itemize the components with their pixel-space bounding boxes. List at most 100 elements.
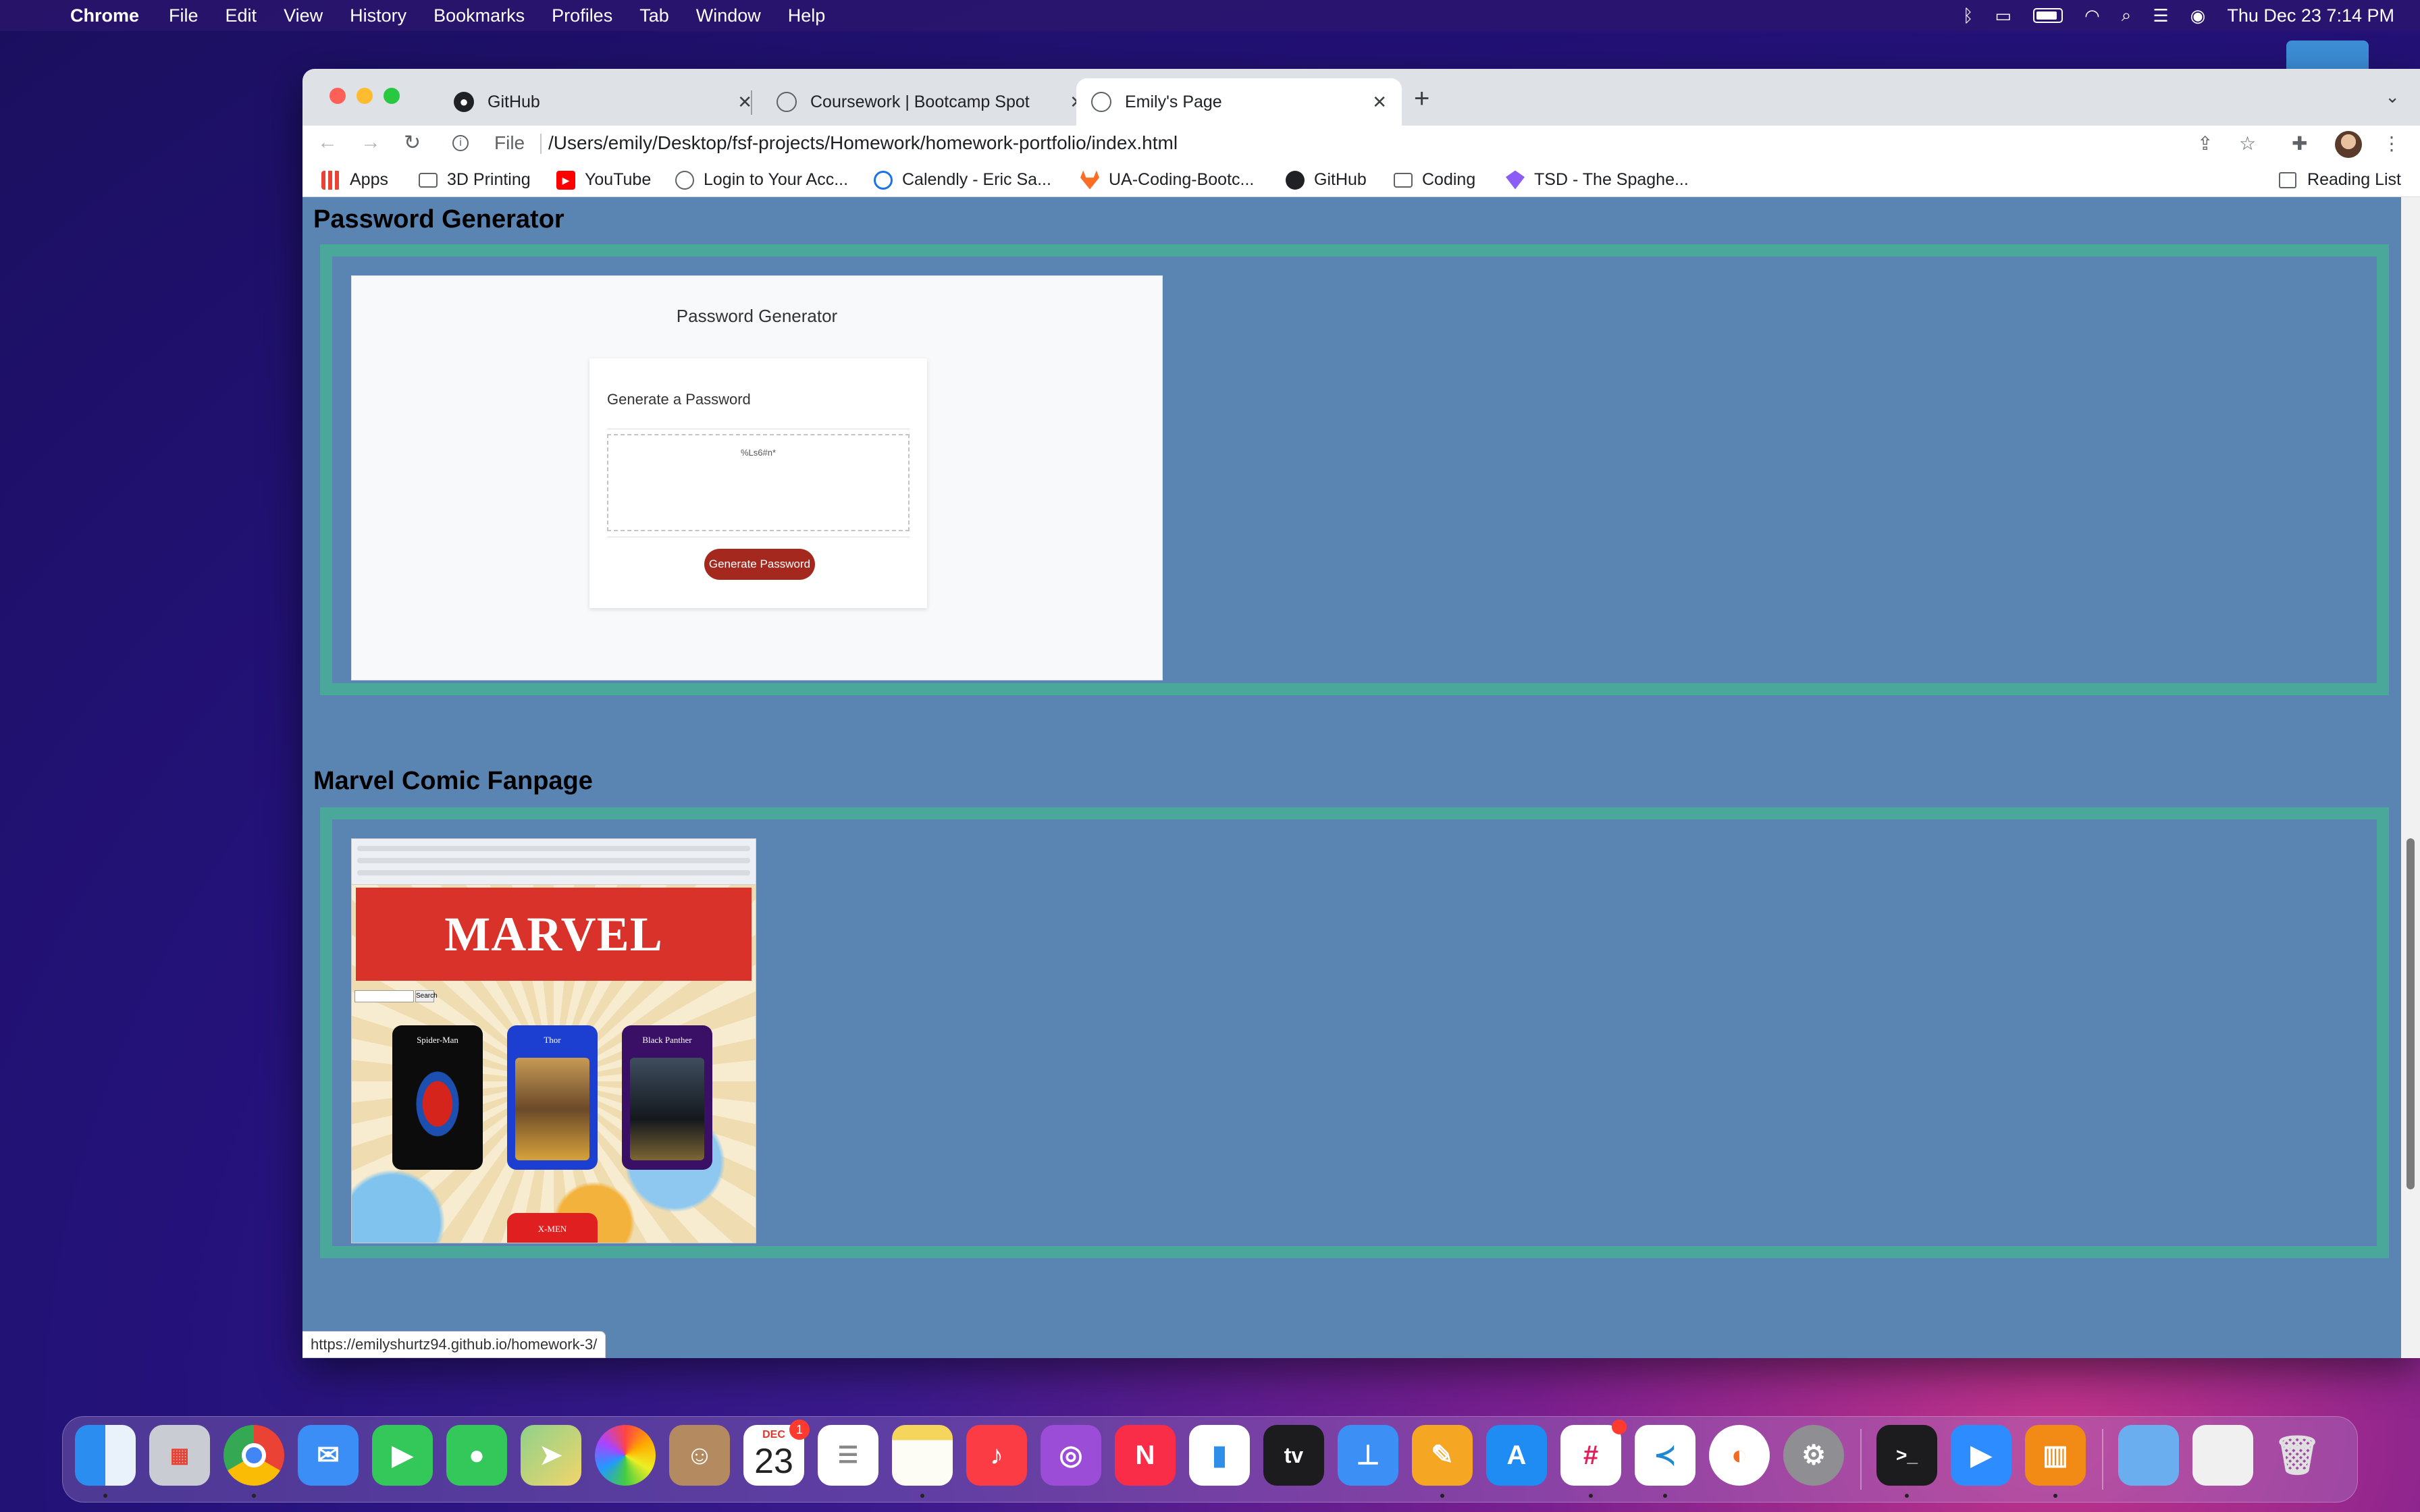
minimize-window-button[interactable] (357, 88, 373, 104)
contacts-icon[interactable]: ☺ (669, 1425, 730, 1486)
dock-separator (1860, 1429, 1862, 1490)
pages-icon[interactable]: ✎ (1412, 1425, 1473, 1498)
globe-icon (1091, 92, 1111, 112)
close-window-button[interactable] (330, 88, 346, 104)
more-menu-icon[interactable]: ⋮ (2382, 132, 2401, 155)
page-scrollbar-thumb[interactable] (2406, 838, 2415, 1189)
notes-icon[interactable] (892, 1425, 953, 1498)
spotlight-search-icon[interactable]: ⌕ (2122, 5, 2132, 26)
menu-file[interactable]: File (169, 5, 199, 26)
tab-close-icon[interactable]: ✕ (737, 92, 752, 113)
bookmark-apps[interactable]: Apps (321, 170, 388, 190)
system-preferences-icon[interactable]: ⚙ (1783, 1425, 1844, 1486)
news-icon[interactable]: N (1115, 1425, 1176, 1486)
address-bar[interactable]: /Users/emily/Desktop/fsf-projects/Homewo… (548, 132, 1178, 154)
globe-icon (675, 170, 694, 190)
terminal-icon[interactable]: >_ (1876, 1425, 1937, 1498)
bookmark-label: UA-Coding-Bootc... (1109, 170, 1255, 189)
password-generator-screenshot[interactable]: Password Generator Generate a Password %… (351, 275, 1163, 680)
menu-history[interactable]: History (350, 5, 406, 26)
mail-icon[interactable]: ✉ (298, 1425, 359, 1486)
bookmark-coding[interactable]: Coding (1394, 170, 1475, 190)
tab-emilys-page[interactable]: Emily's Page ✕ (1076, 78, 1402, 126)
siri-icon[interactable]: ◉ (2190, 5, 2206, 26)
keynote-icon[interactable]: ⊥ (1338, 1425, 1398, 1486)
facetime-icon[interactable]: ▶ (372, 1425, 433, 1486)
wifi-icon[interactable]: ◠ (2084, 5, 2100, 26)
zoom-icon[interactable]: ▶ (1951, 1425, 2011, 1486)
reading-list-button[interactable]: Reading List (2279, 170, 2401, 190)
downloads-folder-icon[interactable] (2118, 1425, 2179, 1486)
photos-icon[interactable] (595, 1425, 656, 1486)
maps-icon[interactable]: ➤ (521, 1425, 581, 1486)
bookmark-tsd[interactable]: TSD - The Spaghe... (1506, 170, 1689, 190)
reload-button[interactable]: ↻ (404, 131, 421, 155)
bookmark-label: Apps (350, 170, 388, 189)
notification-badge: 1 (789, 1420, 810, 1440)
menu-profiles[interactable]: Profiles (552, 5, 612, 26)
music-icon[interactable]: ♪ (966, 1425, 1027, 1486)
status-menus: ᛒ ▭ ◠ ⌕ ☰ ◉ Thu Dec 23 7:14 PM (1963, 0, 2394, 31)
menu-window[interactable]: Window (696, 5, 761, 26)
bookmark-3d-printing[interactable]: 3D Printing (419, 170, 531, 190)
trash-icon[interactable]: 🗑 (2267, 1425, 2327, 1486)
pw-card-title: Generate a Password (607, 391, 751, 408)
menu-edit[interactable]: Edit (226, 5, 257, 26)
menu-tab[interactable]: Tab (639, 5, 669, 26)
bookmark-ua-coding[interactable]: UA-Coding-Bootc... (1080, 170, 1254, 190)
control-center-icon[interactable]: ☰ (2153, 5, 2168, 26)
menu-help[interactable]: Help (788, 5, 826, 26)
chrome-icon[interactable] (223, 1425, 284, 1498)
bluetooth-icon[interactable]: ᛒ (1963, 5, 1974, 26)
bookmark-login[interactable]: Login to Your Acc... (675, 170, 848, 190)
fullscreen-window-button[interactable] (384, 88, 400, 104)
documents-stack-icon[interactable] (2192, 1425, 2253, 1486)
books-icon[interactable]: ▥ (2025, 1425, 2086, 1498)
mini-bar (357, 846, 750, 851)
menubar-clock[interactable]: Thu Dec 23 7:14 PM (2227, 5, 2394, 26)
vscode-icon[interactable]: ≺ (1635, 1425, 1695, 1498)
apps-grid-icon (321, 170, 340, 190)
tab-close-icon[interactable]: ✕ (1372, 92, 1387, 113)
back-button[interactable]: ← (317, 131, 338, 154)
battery-icon[interactable] (2033, 8, 2063, 23)
new-tab-button[interactable]: + (1414, 84, 1429, 114)
launchpad-icon[interactable]: ▦ (149, 1425, 210, 1486)
section-title-password-generator: Password Generator (313, 205, 564, 234)
slack-icon[interactable]: # (1560, 1420, 1627, 1498)
share-icon[interactable]: ⇪ (2197, 132, 2213, 155)
apple-tv-icon[interactable]: tv (1263, 1425, 1324, 1486)
bookmark-calendly[interactable]: Calendly - Eric Sa... (874, 170, 1051, 190)
bookmark-youtube[interactable]: ▶ YouTube (556, 170, 651, 190)
section-title-marvel: Marvel Comic Fanpage (313, 767, 593, 795)
messages-icon[interactable]: ● (446, 1425, 507, 1486)
github-icon: ● (454, 92, 474, 112)
reminders-icon[interactable]: ☰ (818, 1425, 878, 1486)
desktop-folder-icon[interactable] (2286, 40, 2369, 70)
calendar-icon[interactable]: DEC 23 1 (743, 1420, 810, 1486)
display-icon[interactable]: ▭ (1995, 5, 2012, 26)
numbers-icon[interactable]: ▮ (1189, 1425, 1250, 1486)
project-frame-marvel: MARVEL Search Spider-Man Thor Black Pant… (320, 807, 2389, 1258)
finder-icon[interactable] (75, 1425, 136, 1498)
tab-coursework[interactable]: Coursework | Bootcamp Spot ✕ (762, 78, 1099, 126)
reading-list-label: Reading List (2307, 170, 2401, 189)
url-scheme-label[interactable]: File (494, 132, 525, 154)
menu-view[interactable]: View (284, 5, 323, 26)
forward-button[interactable]: → (361, 131, 381, 154)
podcasts-icon[interactable]: ◎ (1041, 1425, 1101, 1486)
bookmark-star-icon[interactable]: ☆ (2239, 132, 2256, 155)
menu-app-name[interactable]: Chrome (70, 5, 139, 26)
bookmark-github[interactable]: GitHub (1286, 170, 1367, 190)
sketch-icon[interactable]: ◐ (1709, 1425, 1770, 1486)
hero-card-thor: Thor (507, 1025, 598, 1170)
menu-bookmarks[interactable]: Bookmarks (433, 5, 525, 26)
profile-avatar[interactable] (2335, 131, 2362, 158)
tab-search-chevron-icon[interactable]: ⌄ (2385, 86, 2400, 107)
tab-github[interactable]: ● GitHub ✕ (439, 78, 767, 126)
site-info-icon[interactable]: i (452, 135, 469, 151)
app-store-icon[interactable]: A (1486, 1425, 1547, 1486)
marvel-fanpage-screenshot[interactable]: MARVEL Search Spider-Man Thor Black Pant… (351, 838, 756, 1243)
extensions-icon[interactable]: ✚ (2292, 132, 2307, 155)
running-indicator (1440, 1494, 1444, 1498)
